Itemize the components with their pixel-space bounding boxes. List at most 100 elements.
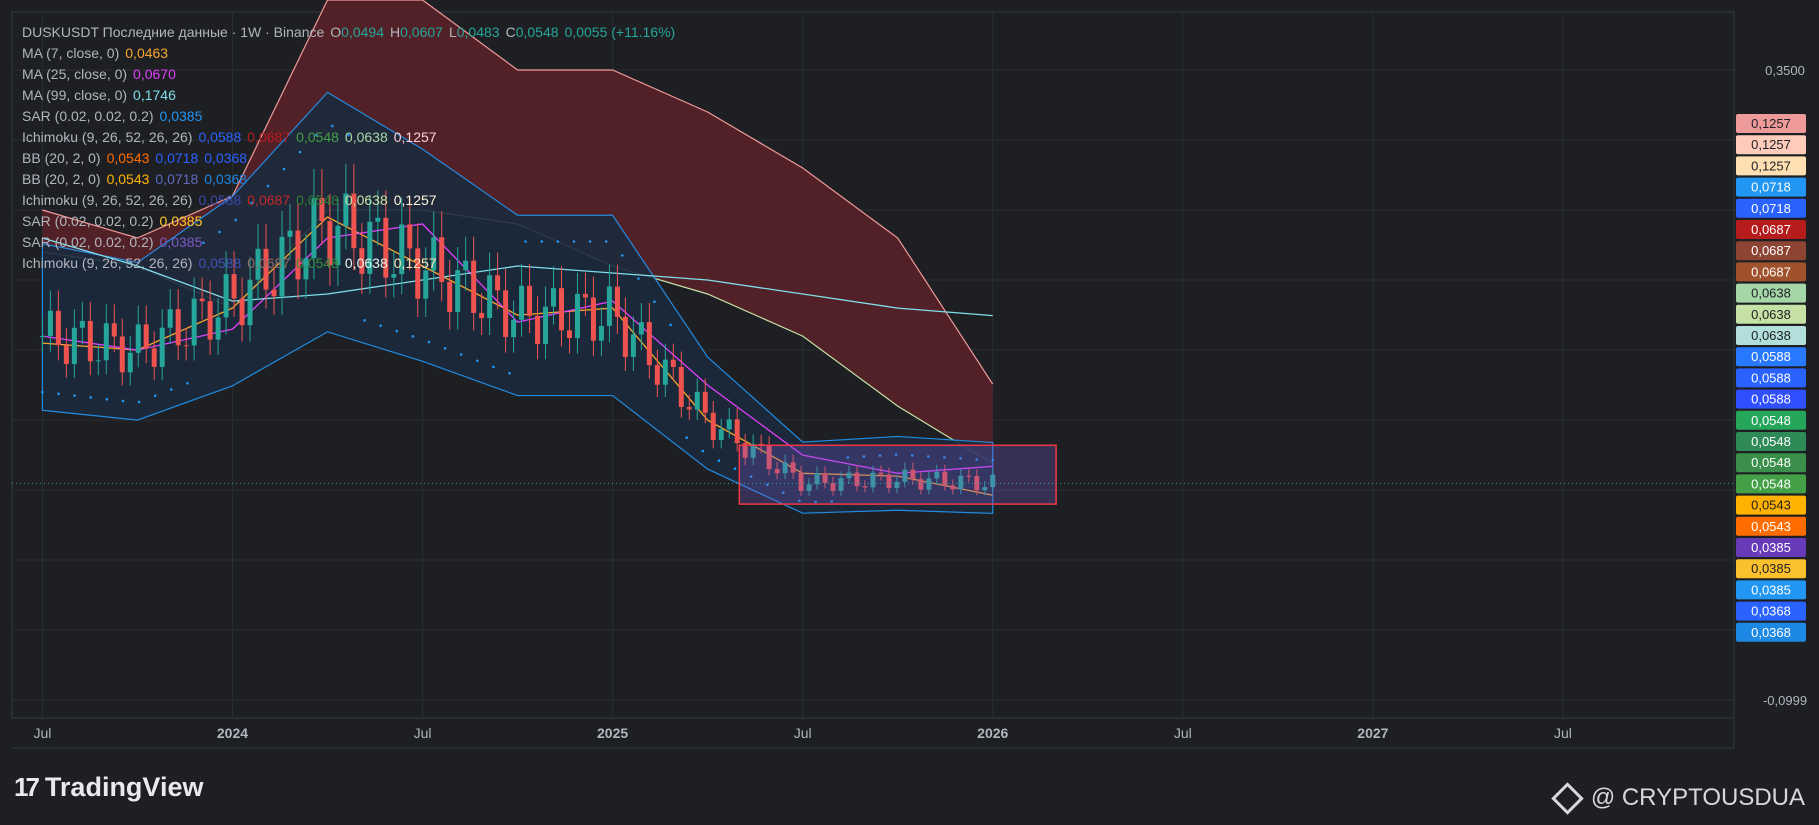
candle-body [95, 360, 101, 362]
price-badge-label: 0,0638 [1751, 286, 1791, 301]
candle-body [175, 309, 181, 346]
candle-body [551, 288, 557, 307]
author-credit: @ CRYPTOUSDUA [1551, 781, 1805, 815]
tradingview-icon: 17 [14, 772, 40, 802]
price-badge-label: 0,0548 [1751, 476, 1791, 491]
sar-dot [395, 329, 399, 333]
sar-dot [73, 394, 76, 397]
indicator-row[interactable]: MA (25, close, 0) 0,0670 [22, 64, 675, 85]
price-badge-label: 0,0638 [1751, 307, 1791, 322]
candle-body [598, 325, 604, 341]
tradingview-logo[interactable]: 17 TradingView [14, 772, 203, 803]
candle-body [199, 298, 205, 302]
price-badge-label: 0,0548 [1751, 455, 1791, 470]
indicator-row[interactable]: MA (99, close, 0) 0,1746 [22, 85, 675, 106]
candle-body [519, 285, 525, 320]
indicator-row[interactable]: SAR (0.02, 0.02, 0.2) 0,0385 [22, 106, 675, 127]
candle-body [231, 274, 237, 299]
ohlc-close: C0,0548 [505, 24, 559, 40]
sar-dot [379, 324, 382, 327]
price-badge-label: 0,0368 [1751, 625, 1791, 640]
candle-body [103, 323, 109, 361]
price-badge-label: 0,0687 [1751, 222, 1791, 237]
candle-body [151, 348, 157, 367]
indicator-name: MA (99, close, 0) [22, 87, 128, 103]
indicator-value: 0,0670 [133, 66, 176, 82]
price-badge-label: 0,1257 [1751, 158, 1791, 173]
time-label: Jul [1554, 725, 1572, 741]
sar-dot [121, 399, 125, 403]
price-tick-label: 0,3500 [1765, 63, 1805, 78]
sar-dot [443, 346, 447, 350]
candle-body [215, 317, 221, 340]
candle-body [191, 298, 197, 346]
sar-dot [153, 394, 157, 398]
time-label: 2026 [977, 725, 1008, 741]
candle-body [391, 274, 397, 278]
price-badge-label: 0,1257 [1751, 116, 1791, 131]
sar-dot [492, 365, 495, 369]
indicator-name: MA (7, close, 0) [22, 45, 120, 61]
sar-dot [653, 300, 656, 304]
indicator-value: 0,0543 [106, 171, 150, 187]
indicator-row[interactable]: Ichimoku (9, 26, 52, 26, 26) 0,0588 0,0687… [22, 190, 675, 211]
indicator-row[interactable]: Ichimoku (9, 26, 52, 26, 26) 0,0588 0,0687… [22, 127, 675, 148]
legend-header: DUSKUSDT Последние данные · 1W · Binance… [22, 22, 675, 43]
indicator-row[interactable]: BB (20, 2, 0) 0,0543 0,0718 0,0368 [22, 148, 675, 169]
indicator-row[interactable]: BB (20, 2, 0) 0,0543 0,0718 0,0368 [22, 169, 675, 190]
price-tick-label: -0,0999 [1763, 693, 1807, 708]
sar-dot [637, 277, 640, 280]
indicator-name: BB (20, 2, 0) [22, 171, 101, 187]
symbol-title[interactable]: DUSKUSDT Последние данные · 1W · Binance [22, 22, 324, 43]
candle-body [558, 288, 564, 331]
indicator-value: 0,0368 [204, 150, 248, 166]
credit-text: @ CRYPTOUSDUA [1590, 784, 1805, 811]
indicator-value: 0,0548 [296, 129, 339, 145]
indicator-value: 0,0687 [247, 255, 291, 271]
candle-body [135, 324, 141, 353]
sar-dot [476, 359, 479, 363]
indicator-row[interactable]: MA (7, close, 0) 0,0463 [22, 43, 675, 64]
price-badge-label: 0,0588 [1751, 349, 1791, 364]
candle-body [710, 412, 716, 440]
candle-body [686, 406, 692, 410]
indicator-value: 0,1746 [133, 87, 176, 103]
price-badge-label: 0,0718 [1751, 180, 1791, 195]
sar-dot [411, 335, 415, 338]
candle-body [734, 419, 740, 444]
indicator-value: 0,0385 [159, 108, 203, 124]
price-badge-label: 0,0687 [1751, 264, 1791, 279]
indicator-row[interactable]: Ichimoku (9, 26, 52, 26, 26) 0,0588 0,0687… [22, 253, 675, 274]
candle-body [646, 322, 652, 366]
indicator-value: 0,0588 [198, 255, 242, 271]
candle-body [247, 279, 253, 326]
indicator-value: 0,1257 [393, 255, 437, 271]
sar-dot [685, 436, 689, 440]
candle-body [223, 274, 229, 318]
indicator-name: SAR (0.02, 0.02, 0.2) [22, 108, 154, 124]
price-badge-label: 0,0588 [1751, 392, 1791, 407]
candle-body [694, 391, 700, 410]
price-badge-label: 0,0548 [1751, 434, 1791, 449]
candle-body [606, 286, 612, 326]
sar-dot [363, 319, 366, 322]
indicator-value: 0,0463 [125, 45, 169, 61]
indicator-row[interactable]: SAR (0.02, 0.02, 0.2) 0,0385 [22, 232, 675, 253]
time-label: Jul [794, 725, 812, 741]
indicator-name: SAR (0.02, 0.02, 0.2) [22, 234, 154, 250]
ohlc-open: O0,0494 [330, 24, 384, 40]
indicator-row[interactable]: SAR (0.02, 0.02, 0.2) 0,0385 [22, 211, 675, 232]
indicator-value: 0,0548 [296, 192, 339, 208]
candle-body [71, 327, 77, 365]
price-badge-label: 0,0638 [1751, 328, 1791, 343]
price-badge-label: 0,0368 [1751, 604, 1791, 619]
candle-body [535, 315, 541, 345]
chart-legend: DUSKUSDT Последние данные · 1W · Binance… [22, 22, 675, 274]
indicator-value: 0,0385 [159, 234, 203, 250]
binance-icon [1551, 781, 1584, 815]
price-badge-label: 0,0543 [1751, 519, 1791, 534]
sar-dot [427, 340, 431, 344]
candle-body [127, 352, 133, 373]
price-badge-label: 0,0385 [1751, 540, 1791, 555]
candle-body [590, 297, 596, 341]
